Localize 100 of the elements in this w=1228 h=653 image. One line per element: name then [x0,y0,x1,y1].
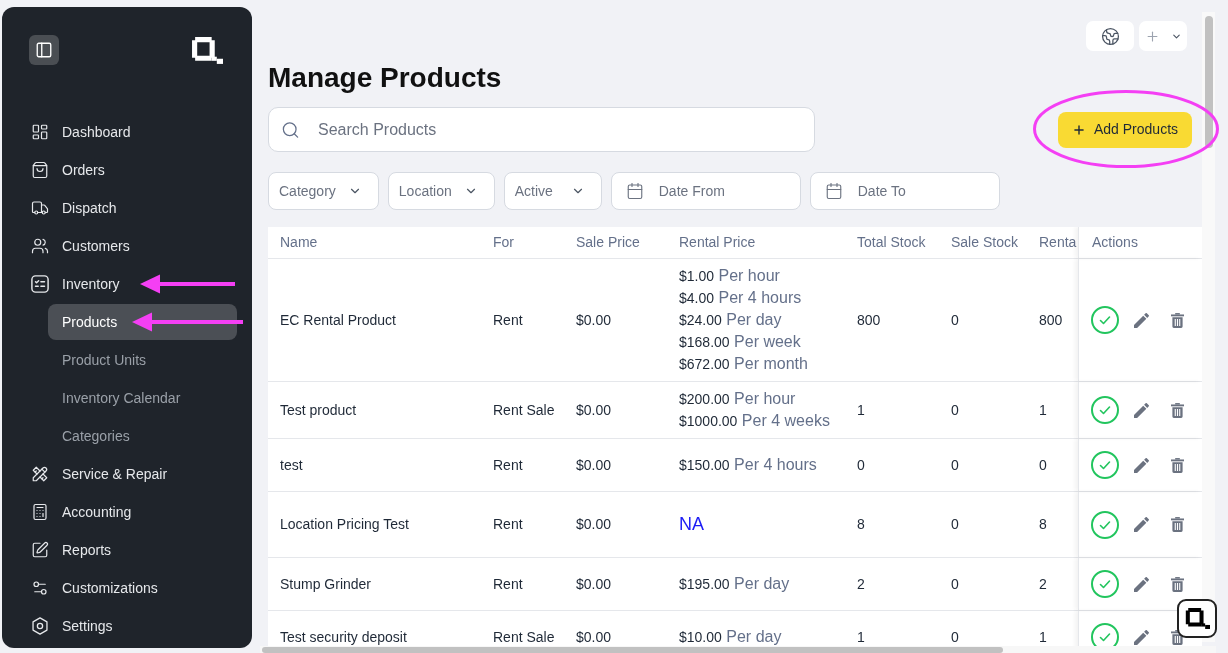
total-stock: 2 [857,574,865,594]
column-header: Renta [1039,233,1077,252]
check-circle-icon[interactable] [1091,306,1119,334]
product-name: EC Rental Product [280,310,396,330]
sale-stock: 0 [951,515,959,534]
sale-price: $0.00 [576,627,612,646]
sale-price: $0.00 [576,515,612,534]
globe-button[interactable] [1086,21,1134,51]
nav-item[interactable]: Service & Repair [2,455,252,493]
sidebar-toggle-button[interactable] [29,35,59,65]
rental-rate: $672.00 Per month [679,354,808,374]
check-circle-icon[interactable] [1091,510,1119,539]
stock-count: 1 [1039,627,1047,646]
product-name: Location Pricing Test [280,515,409,534]
check-circle-icon[interactable] [1091,451,1119,479]
filter-dropdown[interactable]: Active [503,172,602,210]
total-stock: 8 [857,515,865,534]
scrollbar-thumb[interactable] [1204,16,1213,148]
nav-subitem[interactable]: Inventory Calendar [48,380,237,416]
stock-count: 0 [1039,455,1047,475]
logo-icon [1184,608,1210,629]
shopping-bag-icon [31,161,49,179]
globe-icon [1100,26,1120,46]
stock-count: 1 [1039,400,1047,420]
product-name: test [280,455,303,475]
nav-item[interactable]: Orders [2,151,252,189]
nav-item[interactable]: Settings [2,607,252,645]
rental-rate: $24.00 Per day [679,310,783,330]
hexagon-icon [31,617,49,635]
product-type: Rent [493,574,523,594]
column-header: Name [280,233,318,252]
plus-icon [1144,28,1160,44]
total-stock: 800 [857,310,881,330]
rental-rate: $200.00 Per hour [679,389,797,409]
nav-item[interactable]: Customers [2,227,252,265]
scrollbar-thumb[interactable] [262,646,1003,653]
users-icon [31,237,49,255]
calendar-icon [625,182,644,200]
product-type: Rent Sale [493,400,555,420]
nav-subitem[interactable]: Categories [48,418,237,454]
plus-icon [1071,122,1086,137]
rental-rate: $4.00 Per 4 hours [679,288,803,308]
nav-item[interactable]: Customizations [2,569,252,607]
rental-rate: $10.00 Per day [679,627,782,646]
nav-item[interactable]: Inventory [2,265,252,303]
date-field[interactable]: Date To [809,172,1000,210]
product-name: Test product [280,400,357,420]
total-stock: 1 [857,627,865,646]
nav-item[interactable]: Dispatch [2,189,252,227]
pencil-icon[interactable] [1134,576,1149,592]
nav-item[interactable]: Reports [2,531,252,569]
rental-rate: $1.00 Per hour [679,266,781,286]
nav-subitem[interactable]: Product Units [48,342,237,378]
checklist-icon [31,275,49,293]
product-name: Stump Grinder [280,574,372,594]
product-type: Rent [493,310,523,330]
add-products-button[interactable]: Add Products [1058,111,1192,148]
sale-price: $0.00 [576,310,612,330]
pencil-icon[interactable] [1134,517,1149,532]
sale-price: $0.00 [576,400,612,420]
logo-icon [191,37,223,64]
column-header: For [493,233,514,252]
sale-stock: 0 [951,310,959,330]
rental-rate: $1000.00 Per 4 weeks [679,411,830,431]
sliders-icon [31,579,49,597]
column-header: Actions [1092,233,1138,252]
nav-item[interactable]: Accounting [2,493,252,531]
pen-square-icon [31,541,49,559]
rental-price-na: NA [679,514,704,535]
total-stock: 1 [857,400,865,420]
pencil-icon[interactable] [1134,457,1149,473]
stock-count: 2 [1039,574,1047,594]
sale-stock: 0 [951,574,959,594]
column-header: Sale Price [576,233,640,252]
column-header: Rental Price [679,233,756,252]
pencil-icon[interactable] [1134,629,1149,645]
sale-stock: 0 [951,455,959,475]
search-icon [281,120,300,139]
product-name: Test security deposit [280,627,407,646]
nav-item[interactable]: Dashboard [2,113,252,151]
check-circle-icon[interactable] [1091,396,1119,424]
total-stock: 0 [857,455,865,475]
nav-subitem[interactable]: Products [48,304,237,340]
check-circle-icon[interactable] [1091,570,1119,598]
calendar-icon [824,182,843,200]
date-field[interactable]: Date From [610,172,801,210]
pencil-icon[interactable] [1134,312,1149,328]
search-field[interactable]: Search Products [268,107,815,152]
filter-dropdown[interactable]: Category [268,172,379,210]
pencil-icon[interactable] [1134,402,1149,418]
page-title: Manage Products [268,61,502,95]
dashboard-icon [31,123,49,141]
tools-icon [31,465,49,483]
product-type: Rent [493,515,523,534]
calculator-icon [31,503,49,521]
rental-rate: $195.00 Per day [679,574,790,594]
floating-logo-button[interactable] [1177,599,1217,638]
sale-price: $0.00 [576,455,612,475]
filter-dropdown[interactable]: Location [387,172,495,210]
rental-rate: $150.00 Per 4 hours [679,455,817,475]
